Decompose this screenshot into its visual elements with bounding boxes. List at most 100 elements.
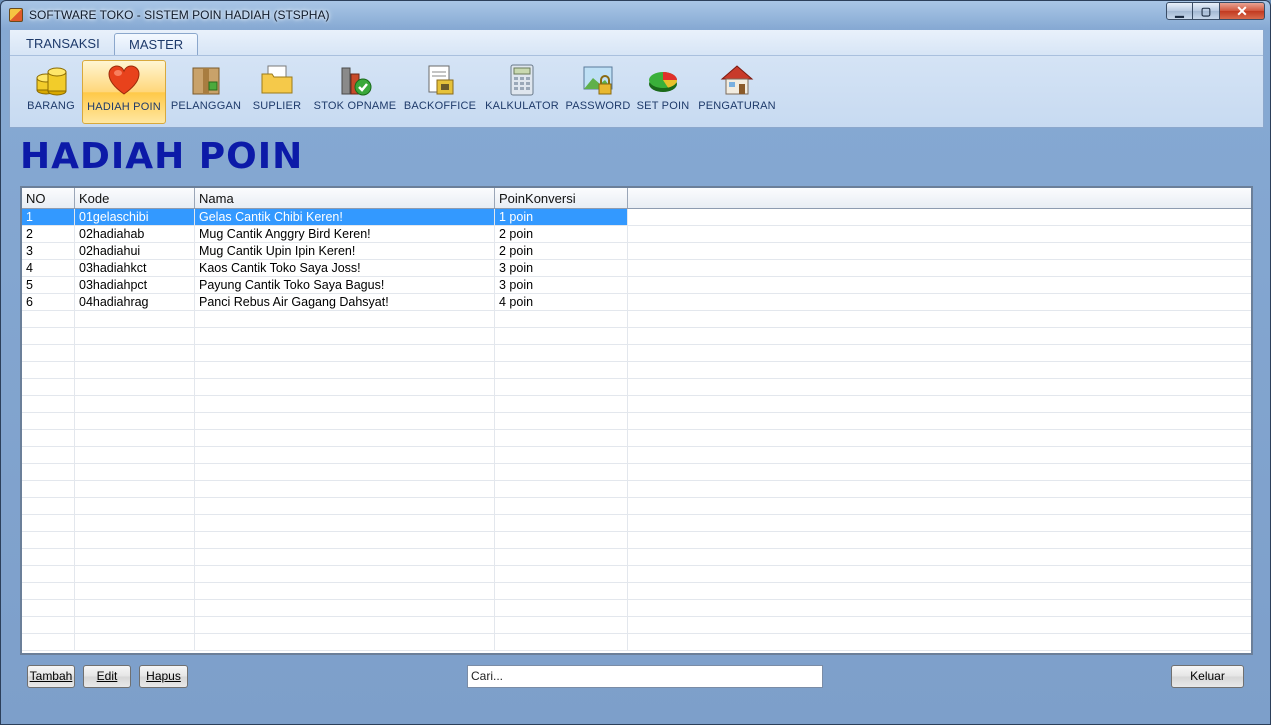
cell-poinkonversi (495, 396, 628, 412)
ribbon-item-password[interactable]: PASSWORD (566, 60, 630, 124)
ribbon-item-pengaturan[interactable]: PENGATURAN (698, 60, 776, 124)
table-row[interactable]: 2 02hadiahab Mug Cantik Anggry Bird Keren!… (22, 226, 1251, 243)
cell-no: 1 (22, 209, 75, 225)
cell-no (22, 447, 75, 463)
calculator-icon (505, 64, 539, 96)
hapus-button[interactable]: Hapus (139, 665, 188, 688)
column-header-kode[interactable]: Kode (75, 188, 195, 208)
column-header-nama[interactable]: Nama (195, 188, 495, 208)
empty-row (22, 600, 1251, 617)
cell-no (22, 362, 75, 378)
cell-nama (195, 634, 495, 650)
empty-row (22, 464, 1251, 481)
cell-nama (195, 379, 495, 395)
empty-row (22, 413, 1251, 430)
cell-kode (75, 617, 195, 633)
cell-nama (195, 600, 495, 616)
ribbon-item-backoffice[interactable]: BACKOFFICE (402, 60, 478, 124)
column-header-poinkonversi[interactable]: PoinKonversi (495, 188, 628, 208)
page-title: HADIAH POIN (20, 136, 304, 177)
ribbon-label: PASSWORD (565, 100, 631, 112)
minimize-button[interactable]: ▁ (1166, 2, 1193, 20)
cell-no (22, 549, 75, 565)
cell-empty (628, 345, 1251, 361)
cell-kode (75, 634, 195, 650)
tab-transaksi[interactable]: TRANSAKSI (12, 33, 114, 55)
cell-nama (195, 549, 495, 565)
cell-poinkonversi (495, 362, 628, 378)
cell-poinkonversi: 1 poin (495, 209, 628, 225)
ribbon-item-barang[interactable]: BARANG (24, 60, 78, 124)
window-controls: ▁ ▢ ✕ (1166, 2, 1265, 20)
minimize-icon: ▁ (1175, 5, 1184, 18)
cell-poinkonversi (495, 498, 628, 514)
empty-row (22, 566, 1251, 583)
tambah-button[interactable]: Tambah (27, 665, 75, 688)
edit-button[interactable]: Edit (83, 665, 131, 688)
cell-kode (75, 583, 195, 599)
cell-empty (628, 566, 1251, 582)
cell-no (22, 328, 75, 344)
cell-no (22, 583, 75, 599)
keluar-button[interactable]: Keluar (1171, 665, 1244, 688)
ribbon-item-set-poin[interactable]: SET POIN (634, 60, 692, 124)
cell-kode (75, 600, 195, 616)
cell-no (22, 498, 75, 514)
cell-nama (195, 345, 495, 361)
cell-no (22, 532, 75, 548)
backoffice-icon (423, 64, 457, 96)
cell-poinkonversi (495, 345, 628, 361)
table-row[interactable]: 4 03hadiahkct Kaos Cantik Toko Saya Joss! 3… (22, 260, 1251, 277)
column-header-empty (628, 188, 1251, 208)
empty-row (22, 328, 1251, 345)
cell-nama (195, 413, 495, 429)
cell-no (22, 481, 75, 497)
title-bar[interactable]: SOFTWARE TOKO - SISTEM POIN HADIAH (STSP… (1, 1, 1270, 29)
empty-row (22, 379, 1251, 396)
empty-row (22, 345, 1251, 362)
maximize-button[interactable]: ▢ (1193, 2, 1220, 20)
cell-empty (628, 243, 1251, 259)
empty-row (22, 498, 1251, 515)
cell-poinkonversi (495, 515, 628, 531)
empty-row (22, 583, 1251, 600)
cell-nama: Payung Cantik Toko Saya Bagus! (195, 277, 495, 293)
ribbon-item-hadiah-poin[interactable]: HADIAH POIN (82, 60, 166, 124)
search-input[interactable]: Cari... (467, 665, 823, 688)
cell-empty (628, 260, 1251, 276)
cell-no (22, 379, 75, 395)
cell-kode: 01gelaschibi (75, 209, 195, 225)
cell-no (22, 634, 75, 650)
table-row[interactable]: 6 04hadiahrag Panci Rebus Air Gagang Dahsy… (22, 294, 1251, 311)
ribbon-item-kalkulator[interactable]: KALKULATOR (484, 60, 560, 124)
ribbon-label: BARANG (27, 100, 75, 112)
cell-empty (628, 277, 1251, 293)
cell-no (22, 464, 75, 480)
close-button[interactable]: ✕ (1220, 2, 1265, 20)
data-grid[interactable]: NO Kode Nama PoinKonversi 1 01gelaschibi G… (20, 186, 1253, 655)
cell-poinkonversi: 4 poin (495, 294, 628, 310)
cell-poinkonversi (495, 600, 628, 616)
ribbon-item-pelanggan[interactable]: PELANGGAN (170, 60, 242, 124)
cell-poinkonversi (495, 583, 628, 599)
ribbon-item-suplier[interactable]: SUPLIER (248, 60, 306, 124)
table-row[interactable]: 1 01gelaschibi Gelas Cantik Chibi Keren! 1 … (22, 209, 1251, 226)
tab-master[interactable]: MASTER (114, 33, 199, 55)
table-row[interactable]: 3 02hadiahui Mug Cantik Upin Ipin Keren! 2 … (22, 243, 1251, 260)
ribbon-item-stok-opname[interactable]: STOK OPNAME (312, 60, 398, 124)
cell-no (22, 515, 75, 531)
cell-empty (628, 634, 1251, 650)
cell-no (22, 617, 75, 633)
empty-row (22, 515, 1251, 532)
cell-kode (75, 447, 195, 463)
cell-poinkonversi (495, 311, 628, 327)
cell-nama (195, 396, 495, 412)
table-row[interactable]: 5 03hadiahpct Payung Cantik Toko Saya Bagu… (22, 277, 1251, 294)
empty-row (22, 634, 1251, 651)
stock-check-icon (338, 64, 372, 96)
column-header-no[interactable]: NO (22, 188, 75, 208)
house-icon (720, 64, 754, 96)
cell-kode (75, 396, 195, 412)
main-window: SOFTWARE TOKO - SISTEM POIN HADIAH (STSP… (0, 0, 1271, 725)
empty-row (22, 447, 1251, 464)
